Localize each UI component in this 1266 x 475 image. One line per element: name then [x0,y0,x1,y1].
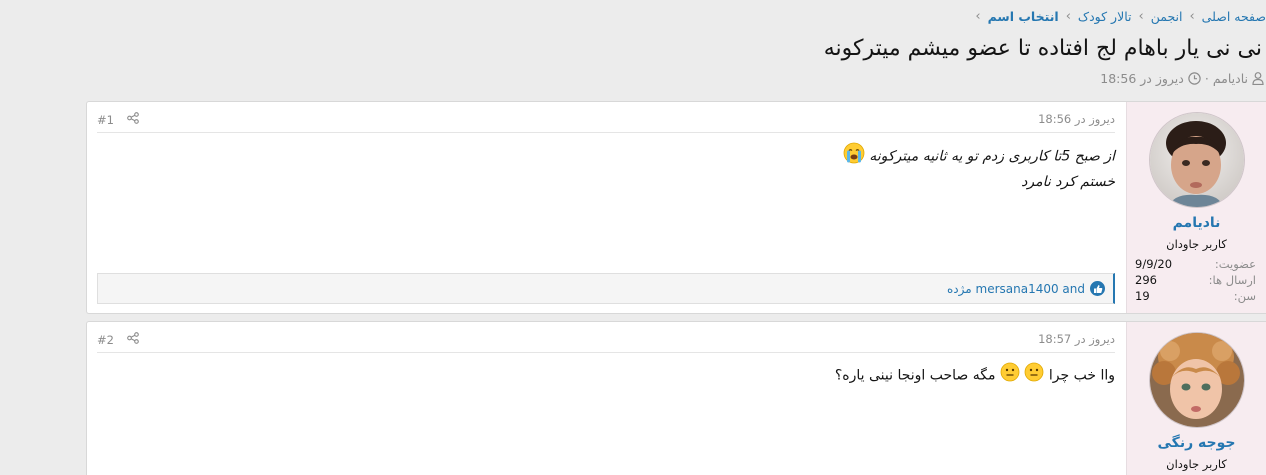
post-number[interactable]: #1 [97,113,114,127]
user-icon [1252,72,1264,85]
clock-icon [1188,72,1201,85]
message-header: دیروز در 18:56 #1 [97,112,1115,133]
stat-value: 296 [1135,273,1157,287]
message-body: از صبح 5تا کاربری زدم تو یه ثانیه میترکو… [97,142,1115,193]
post-date[interactable]: دیروز در 18:57 [1038,332,1115,346]
breadcrumb-separator: › [975,9,981,24]
stat-row-joined: عضویت: 9/9/20 [1135,256,1256,272]
message-text: مگه صاحب اونجا نینی یاره؟ [834,367,996,384]
stat-row-messages: ارسال ها: 296 [1135,272,1256,288]
user-title: کاربر جاودان [1166,237,1227,251]
message-text: از صبح 5تا کاربری زدم تو یه ثانیه میترکو… [869,148,1115,165]
neutral-emoji-icon [1024,362,1044,389]
stat-value: 19 [1135,289,1150,303]
share-icon[interactable] [127,112,139,127]
breadcrumb-separator: › [1138,9,1144,24]
stat-value: 9/9/20 [1135,257,1173,271]
reaction-users[interactable]: mersana1400 and مژده [947,282,1085,296]
neutral-emoji-icon [1000,362,1020,389]
stat-label: ارسال ها: [1208,273,1256,287]
message-actions: #1 [97,112,139,127]
message-text: خستم کرد نامرد [1021,174,1115,190]
message-header: دیروز در 18:57 #2 [97,332,1115,353]
breadcrumb-forum[interactable]: انجمن [1151,9,1183,24]
meta-separator: · [1204,71,1209,86]
thread-meta: نادیامم · دیروز در 18:56 [1100,71,1264,86]
thread-date[interactable]: دیروز در 18:56 [1100,71,1184,86]
breadcrumb-choose-name[interactable]: انتخاب اسم [988,9,1059,24]
username[interactable]: نادیامم [1127,215,1266,231]
reactions-bar: mersana1400 and مژده [97,273,1115,304]
stat-label: سن: [1233,289,1256,303]
breadcrumb-child-forum[interactable]: تالار کودک [1078,9,1132,24]
user-cell: نادیامم کاربر جاودان عضویت: 9/9/20 ارسال… [1126,102,1266,313]
user-stats: عضویت: 9/9/20 ارسال ها: 296 سن: 19 [1135,256,1256,304]
post: جوجه رنگی کاربر جاودان دیروز در 18:57 #2… [86,321,1266,475]
breadcrumb-separator: › [1189,9,1195,24]
crying-emoji-icon [843,142,865,171]
breadcrumb-separator: › [1065,9,1071,24]
avatar[interactable] [1149,332,1245,428]
message-text: واا خب چرا [1048,367,1115,384]
user-title: کاربر جاودان [1166,457,1227,471]
breadcrumb-home[interactable]: صفحه اصلی [1202,9,1266,24]
user-cell: جوجه رنگی کاربر جاودان [1126,322,1266,475]
message-actions: #2 [97,332,139,347]
post-date[interactable]: دیروز در 18:56 [1038,112,1115,126]
share-icon[interactable] [127,332,139,347]
username[interactable]: جوجه رنگی [1127,435,1266,451]
breadcrumb: صفحه اصلی › انجمن › تالار کودک › انتخاب … [968,9,1266,24]
stat-row-age: سن: 19 [1135,288,1256,304]
stat-label: عضویت: [1214,257,1256,271]
page-title: نی نی یار باهام لج افتاده تا عضو میشم می… [823,36,1262,61]
post-number[interactable]: #2 [97,333,114,347]
avatar[interactable] [1149,112,1245,208]
thread-author[interactable]: نادیامم [1213,71,1248,86]
like-icon [1090,281,1105,296]
post: نادیامم کاربر جاودان عضویت: 9/9/20 ارسال… [86,101,1266,314]
message-body: واا خب چرا مگه صاحب اونجا نینی یاره؟ [97,362,1115,389]
